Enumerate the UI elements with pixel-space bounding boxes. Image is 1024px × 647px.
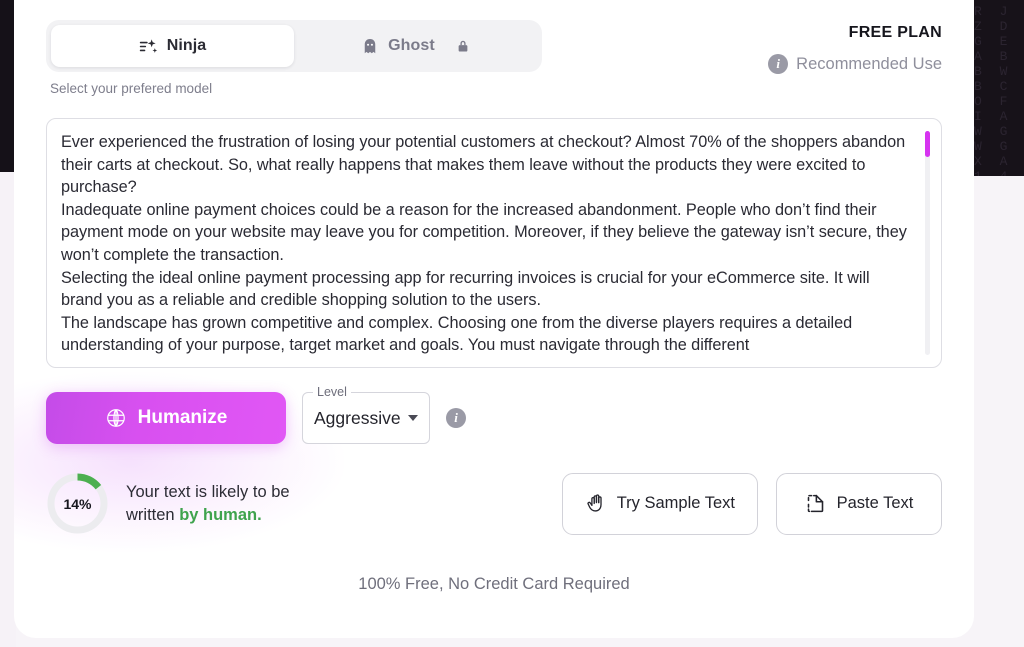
- score-text-highlight: by human.: [179, 505, 262, 524]
- editor-scrollbar-thumb[interactable]: [925, 131, 930, 157]
- tab-ghost[interactable]: Ghost: [294, 25, 537, 67]
- lock-icon: [456, 38, 470, 54]
- action-buttons: Try Sample Text Paste Text: [561, 472, 942, 535]
- model-tabs: Ninja Ghost: [46, 20, 542, 72]
- paste-icon: [805, 493, 826, 514]
- plan-badge: FREE PLAN: [848, 24, 942, 41]
- background-ghost-letters: R J H Z D G G E Z A B Z B W C B C Q O F …: [974, 4, 1013, 176]
- plan-info: FREE PLAN i Recommended Use: [768, 20, 942, 74]
- wave-hand-icon: [585, 493, 606, 514]
- humanize-button-label: Humanize: [137, 407, 228, 428]
- text-editor[interactable]: Ever experienced the frustration of losi…: [46, 118, 942, 368]
- paste-text-button[interactable]: Paste Text: [776, 472, 942, 535]
- score-text-line2-prefix: written: [126, 505, 180, 524]
- human-score-text: Your text is likely to be written by hum…: [126, 481, 290, 527]
- paste-text-label: Paste Text: [836, 494, 914, 512]
- info-icon[interactable]: i: [768, 54, 789, 74]
- human-score-gauge: 14%: [46, 472, 109, 535]
- humanize-button[interactable]: Humanize: [46, 392, 286, 444]
- background-dark-strip-left: [0, 0, 14, 172]
- editor-paragraph: Inadequate online payment choices could …: [61, 200, 907, 264]
- score-text-line1: Your text is likely to be: [126, 482, 290, 501]
- ghost-icon: [361, 37, 379, 56]
- controls-row: Humanize Level Aggressive i: [46, 385, 942, 444]
- tab-ninja[interactable]: Ninja: [51, 25, 294, 67]
- tab-ghost-label: Ghost: [388, 37, 435, 54]
- human-score-percent: 14%: [63, 495, 92, 512]
- model-selector: Ninja Ghost Select your prefered model: [46, 20, 542, 96]
- score-group: 14% Your text is likely to be written by…: [46, 472, 290, 535]
- editor-paragraph: Selecting the ideal online payment proce…: [61, 268, 870, 310]
- editor-scrollbar[interactable]: [925, 131, 930, 355]
- recommended-use[interactable]: i Recommended Use: [768, 54, 942, 74]
- result-row: 14% Your text is likely to be written by…: [46, 472, 942, 535]
- editor-paragraph: The landscape has grown competitive and …: [61, 313, 853, 355]
- footer-note: 100% Free, No Credit Card Required: [358, 575, 630, 593]
- tab-ninja-label: Ninja: [166, 37, 207, 54]
- level-select-value: Aggressive: [314, 407, 401, 428]
- level-select-legend: Level: [313, 385, 351, 399]
- chevron-down-icon[interactable]: [408, 415, 418, 421]
- level-select[interactable]: Level Aggressive: [302, 385, 430, 444]
- try-sample-text-label: Try Sample Text: [616, 494, 735, 512]
- editor-paragraph: Ever experienced the frustration of losi…: [61, 133, 906, 197]
- level-info-icon[interactable]: i: [446, 408, 466, 428]
- sparkle-icon: [139, 37, 158, 56]
- main-card: Ninja Ghost Select your prefered model F…: [14, 0, 974, 638]
- model-selector-hint: Select your prefered model: [50, 81, 213, 96]
- header-row: Ninja Ghost Select your prefered model F…: [46, 0, 942, 96]
- try-sample-text-button[interactable]: Try Sample Text: [561, 472, 758, 535]
- recommended-use-label: Recommended Use: [796, 54, 942, 73]
- background-dark-panel-right: R J H Z D G G E Z A B Z B W C B C Q O F …: [972, 0, 1024, 176]
- brain-icon: [105, 407, 127, 429]
